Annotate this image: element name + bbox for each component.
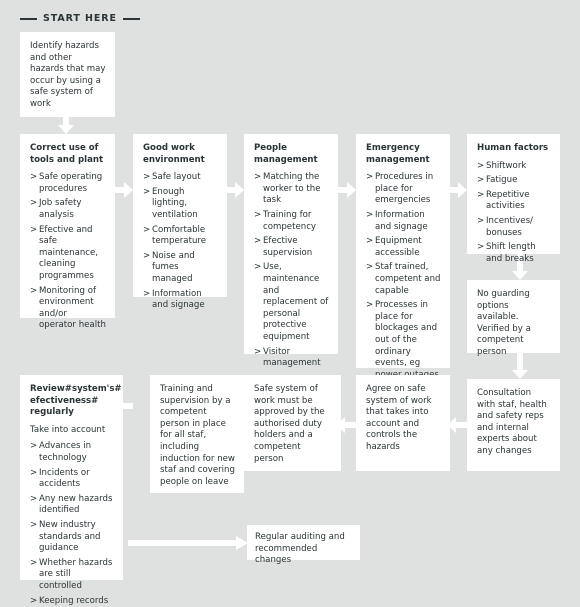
box-human-title: Human factors (477, 143, 551, 155)
box-review-effectiveness: Review#system's# efectiveness# regularly… (20, 375, 123, 580)
box-people-management: People management Matching the worker to… (244, 134, 338, 354)
box-agree-body: Agree on safe system of work that takes … (366, 384, 441, 454)
box-approve-body: Safe system of work must be approved by … (254, 384, 332, 465)
list-item: Visitor management (254, 347, 329, 370)
list-item: Safe operating procedures (30, 172, 106, 195)
list-item: Incentives/ bonuses (477, 216, 551, 239)
connector-identify-to-tools (58, 116, 74, 134)
box-training-and-supervision: Training and supervision by a competent … (150, 375, 244, 493)
box-emergency-management: Emergency management Procedures in place… (356, 134, 450, 368)
box-agree-on-safe-system: Agree on safe system of work that takes … (356, 375, 450, 471)
list-item: Matching the worker to the task (254, 172, 329, 207)
list-item: Keeping records (30, 596, 114, 607)
list-item: Whether hazards are still controlled (30, 558, 114, 593)
box-safe-system-approval: Safe system of work must be approved by … (244, 375, 341, 471)
flowchart-canvas: START HERE (0, 0, 580, 598)
list-item: Repetitive activities (477, 190, 551, 213)
box-correct-use-of-tools-and-plant: Correct use of tools and plant Safe oper… (20, 134, 115, 318)
list-item: Use, maintenance and replacement of pers… (254, 262, 329, 343)
connector-emergency-to-human (447, 182, 467, 198)
box-guarding-body: No guarding options available. Verified … (477, 289, 551, 359)
box-consultation: Consultation with staf, health and safet… (467, 379, 560, 471)
list-item: Equipment accessible (366, 236, 441, 259)
box-no-guarding-options: No guarding options available. Verified … (467, 280, 560, 353)
box-regular-auditing: Regular auditing and recommended changes (247, 525, 360, 560)
start-here-rule-right (123, 18, 140, 20)
list-item: Safe layout (143, 172, 218, 184)
box-environment-list: Safe layout Enough lighting, ventilation… (143, 172, 218, 312)
start-here-label: START HERE (20, 13, 140, 24)
box-review-title: Review#system's# efectiveness# regularly (30, 384, 114, 419)
box-review-intro: Take into account (30, 425, 114, 437)
list-item: New industry standards and guidance (30, 520, 114, 555)
list-item: Enough lighting, ventilation (143, 187, 218, 222)
list-item: Processes in place for blockages and out… (366, 300, 441, 381)
list-item: Efective supervision (254, 236, 329, 259)
list-item: Information and signage (366, 210, 441, 233)
list-item: Procedures in place for emergencies (366, 172, 441, 207)
connector-people-to-emergency (336, 182, 356, 198)
list-item: Training for competency (254, 210, 329, 233)
box-people-title: People management (254, 143, 329, 166)
box-good-work-environment: Good work environment Safe layout Enough… (133, 134, 227, 297)
start-here-text: START HERE (43, 13, 117, 24)
list-item: Efective and safe maintenance, cleaning … (30, 225, 106, 283)
box-review-list: Advances in technology Incidents or acci… (30, 441, 114, 607)
list-item: Incidents or accidents (30, 468, 114, 491)
list-item: Shiftwork (477, 161, 551, 173)
list-item: Monitoring of environment and/or operato… (30, 286, 106, 332)
box-environment-title: Good work environment (143, 143, 218, 166)
connector-review-to-auditing (128, 535, 248, 551)
list-item: Staf trained, competent and capable (366, 262, 441, 297)
list-item: Any new hazards identified (30, 494, 114, 517)
box-tools-list: Safe operating procedures Job safety ana… (30, 172, 106, 332)
box-human-factors: Human factors Shiftwork Fatigue Repetiti… (467, 134, 560, 254)
list-item: Fatigue (477, 175, 551, 187)
box-identify-hazards: Identify hazards and other hazards that … (20, 32, 115, 117)
list-item: Comfortable temperature (143, 225, 218, 248)
connector-consultation-to-agree (447, 417, 467, 433)
start-here-rule-left (20, 18, 37, 20)
box-tools-title: Correct use of tools and plant (30, 143, 106, 166)
box-emergency-list: Procedures in place for emergencies Info… (366, 172, 441, 381)
box-training-body: Training and supervision by a competent … (160, 384, 235, 488)
box-people-list: Matching the worker to the task Training… (254, 172, 329, 370)
box-identify-hazards-body: Identify hazards and other hazards that … (30, 41, 106, 111)
box-auditing-body: Regular auditing and recommended changes (255, 532, 352, 567)
connector-tools-to-environment (113, 182, 133, 198)
connector-environment-to-people (224, 182, 244, 198)
box-consultation-body: Consultation with staf, health and safet… (477, 388, 551, 458)
list-item: Noise and fumes managed (143, 251, 218, 286)
box-human-list: Shiftwork Fatigue Repetitive activities … (477, 161, 551, 266)
list-item: Job safety analysis (30, 198, 106, 221)
list-item: Shift length and breaks (477, 242, 551, 265)
box-emergency-title: Emergency management (366, 143, 441, 166)
list-item: Advances in technology (30, 441, 114, 464)
list-item: Information and signage (143, 289, 218, 312)
